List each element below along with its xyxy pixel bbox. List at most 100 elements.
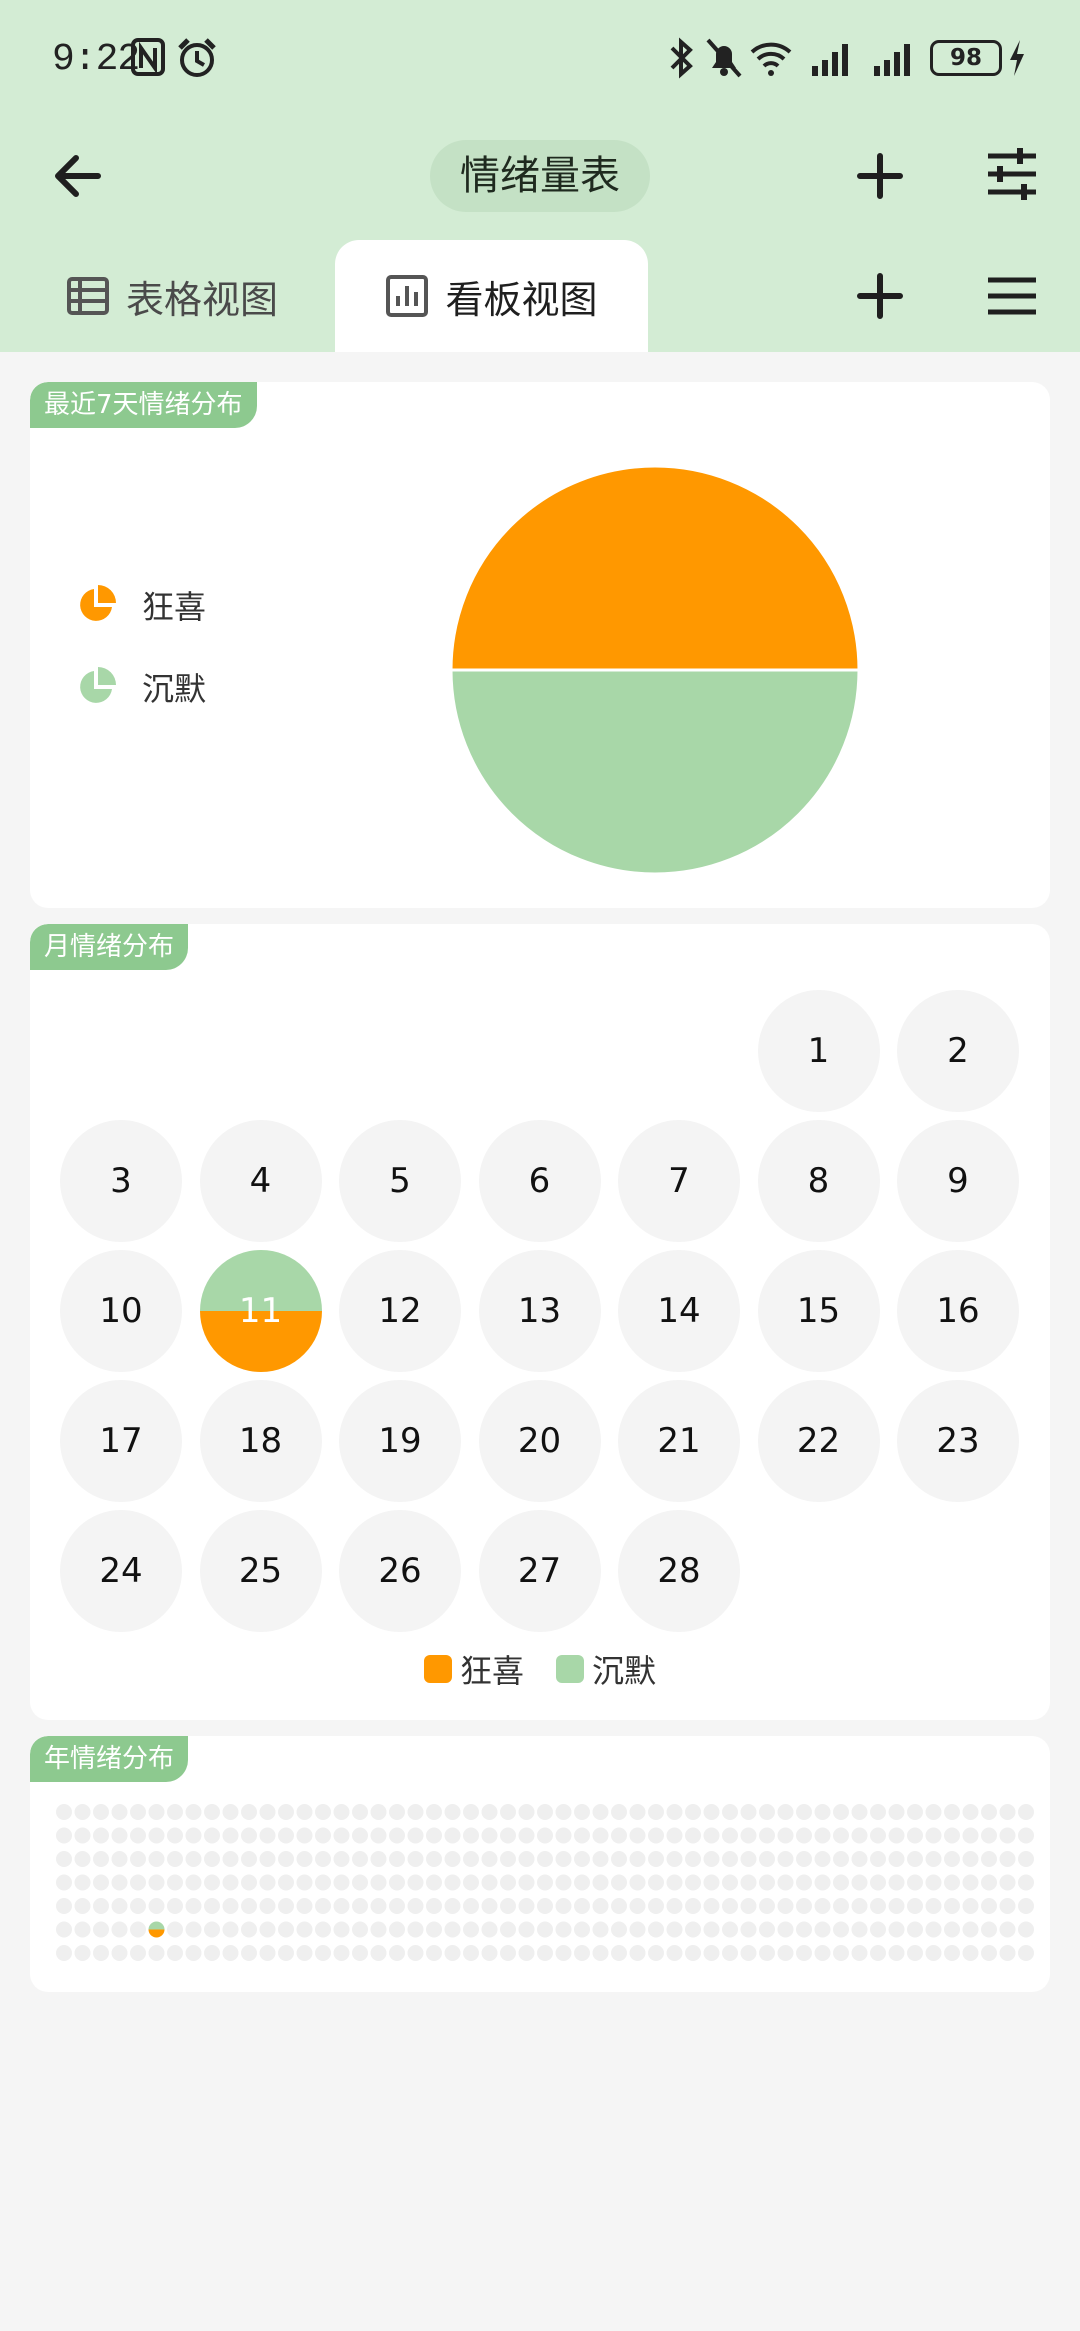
year-cell [592,1874,609,1891]
tab-table-view[interactable]: 表格视图 [66,240,278,352]
year-cell [463,1945,479,1961]
year-cell [759,1921,775,1938]
year-cell [888,1898,905,1914]
calendar-day-27[interactable]: 27 [478,1510,601,1632]
year-cell [518,1921,535,1938]
calendar-day-11[interactable]: 11 [199,1250,322,1372]
menu-icon[interactable] [984,268,1040,324]
year-cell [1018,1827,1034,1844]
year-cell [592,1945,609,1961]
year-cell [278,1921,294,1938]
year-cell [611,1874,627,1891]
year-cell [962,1874,979,1891]
calendar-day-8[interactable]: 8 [757,1120,880,1242]
year-cell [574,1804,590,1820]
calendar-day-23[interactable]: 23 [897,1380,1019,1502]
year-cell [574,1898,590,1914]
year-cell [629,1874,646,1891]
tune-icon[interactable] [984,146,1040,202]
year-cell [796,1898,812,1914]
year-cell [555,1804,572,1820]
year-cell [444,1945,461,1961]
bluetooth-icon [670,37,693,79]
calendar-day-18[interactable]: 18 [199,1380,322,1502]
year-cell [925,1851,942,1867]
alarm-icon [178,38,216,77]
year-cell [703,1851,720,1867]
year-cell [944,1827,960,1844]
card-tag: 年情绪分布 [30,1736,189,1782]
year-cell [130,1851,146,1867]
year-cell [352,1921,368,1938]
calendar-day-21[interactable]: 21 [618,1380,740,1502]
card-tag: 月情绪分布 [30,924,189,970]
calendar-day-13[interactable]: 13 [478,1250,601,1372]
back-arrow-icon[interactable] [48,144,112,208]
calendar-day-14[interactable]: 14 [618,1250,740,1372]
signal-sim1-icon [812,44,848,76]
year-cell [666,1851,683,1867]
year-cell [185,1945,202,1961]
year-cell [56,1804,72,1820]
year-cell [925,1921,942,1938]
year-cell [925,1898,942,1914]
year-cell [222,1874,239,1891]
year-cell [851,1921,868,1938]
calendar-day-26[interactable]: 26 [339,1510,461,1632]
year-cell [389,1804,405,1820]
calendar-day-1[interactable]: 1 [757,990,880,1112]
year-cell [685,1898,701,1914]
calendar-day-7[interactable]: 7 [618,1120,740,1242]
calendar-day-19[interactable]: 19 [339,1380,461,1502]
calendar-day-20[interactable]: 20 [478,1380,601,1502]
year-cell [130,1898,146,1914]
page-title[interactable]: 情绪量表 [430,140,650,212]
year-cell [777,1874,794,1891]
year-cell [833,1921,849,1938]
calendar-day-6[interactable]: 6 [478,1120,601,1242]
tab-board-view[interactable]: 看板视图 [335,240,648,352]
year-cell [222,1851,239,1867]
year-cell [685,1874,701,1891]
year-cell [592,1898,609,1914]
calendar-day-9[interactable]: 9 [897,1120,1019,1242]
year-cell [740,1874,757,1891]
year-cell [426,1874,442,1891]
year-cell [759,1827,775,1844]
year-cell [537,1874,553,1891]
calendar-day-16[interactable]: 16 [897,1250,1019,1372]
year-cell [500,1898,516,1914]
calendar-day-25[interactable]: 25 [199,1510,322,1632]
year-cell [555,1851,572,1867]
calendar-day-28[interactable]: 28 [618,1510,740,1632]
calendar-day-24[interactable]: 24 [60,1510,182,1632]
year-cell [666,1898,683,1914]
year-cell [296,1945,313,1961]
year-cell [796,1827,812,1844]
year-cell [740,1804,757,1820]
year-cell [611,1827,627,1844]
year-cell [56,1945,72,1961]
calendar-day-17[interactable]: 17 [60,1380,182,1502]
year-cell [370,1827,387,1844]
add-view-icon[interactable] [852,268,908,324]
year-cell [56,1851,72,1867]
calendar-day-15[interactable]: 15 [757,1250,880,1372]
year-cell [925,1874,942,1891]
year-cell [777,1945,794,1961]
calendar-day-10[interactable]: 10 [60,1250,182,1372]
calendar-day-4[interactable]: 4 [199,1120,322,1242]
year-cell [740,1945,757,1961]
calendar-day-5[interactable]: 5 [339,1120,461,1242]
calendar-day-22[interactable]: 22 [757,1380,880,1502]
year-cell [851,1945,868,1961]
add-icon[interactable] [852,148,908,204]
calendar-day-3[interactable]: 3 [60,1120,182,1242]
calendar-day-2[interactable]: 2 [897,990,1019,1112]
year-cell [444,1851,461,1867]
year-cell [629,1804,646,1820]
tab-label: 表格视图 [126,277,279,322]
calendar-day-12[interactable]: 12 [339,1250,461,1372]
year-cell [537,1851,553,1867]
year-cell [537,1921,553,1938]
